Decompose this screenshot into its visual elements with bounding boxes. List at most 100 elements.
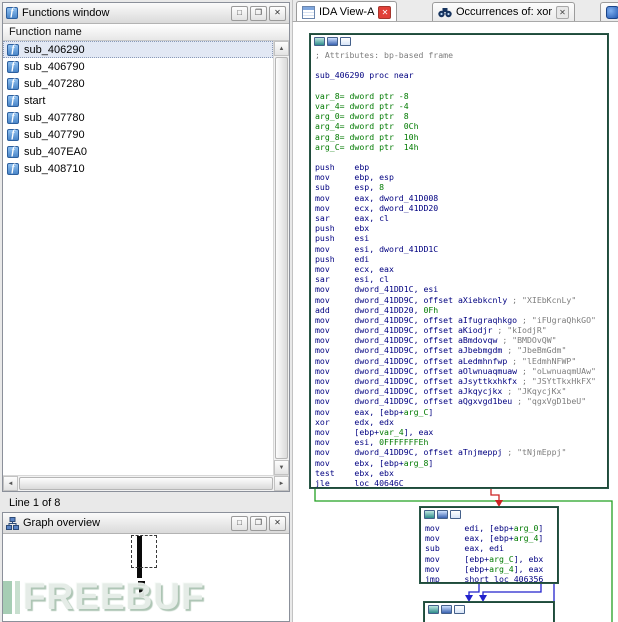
code-line[interactable]: sub_406290 proc near: [315, 70, 603, 80]
basic-block-partial[interactable]: [424, 602, 554, 622]
horizontal-scrollbar[interactable]: ◄ ►: [3, 475, 289, 491]
function-list-item[interactable]: fsub_407790: [3, 126, 273, 143]
code-line[interactable]: jmp short loc_406356: [425, 574, 553, 583]
code-line[interactable]: mov esi, dword_41DD1C: [315, 244, 603, 254]
code-line[interactable]: mov dword_41DD1C, esi: [315, 284, 603, 294]
code-line[interactable]: mov ecx, dword_41DD20: [315, 203, 603, 213]
code-line[interactable]: mov eax, [ebp+arg_4]: [425, 533, 553, 543]
node-note-icon[interactable]: [340, 37, 351, 46]
basic-block-fallthrough[interactable]: mov edi, [ebp+arg_0]mov eax, [ebp+arg_4]…: [420, 507, 558, 583]
edge-red-path: [491, 488, 499, 501]
code-line[interactable]: arg_8= dword ptr 10h: [315, 132, 603, 142]
code-line[interactable]: mov ebx, [ebp+arg_8]: [315, 458, 603, 468]
code-line[interactable]: mov [ebp+arg_C], ebx: [425, 554, 553, 564]
tab-occurrences-of-xor[interactable]: Occurrences of: xor ✕: [432, 2, 575, 21]
float-button[interactable]: ❐: [250, 6, 267, 21]
code-line[interactable]: mov dword_41DD9C, offset aKiodjr ; "kIod…: [315, 325, 603, 335]
code-line[interactable]: var_8= dword ptr -8: [315, 91, 603, 101]
node-collapse-icon[interactable]: [428, 605, 439, 614]
function-list-item[interactable]: fsub_407280: [3, 75, 273, 92]
function-name: sub_407280: [24, 78, 85, 90]
code-line[interactable]: test ebx, ebx: [315, 468, 603, 478]
vertical-scrollbar[interactable]: ▲ ▼: [273, 41, 289, 475]
code-line[interactable]: sar esi, cl: [315, 274, 603, 284]
code-line[interactable]: arg_4= dword ptr 0Ch: [315, 121, 603, 131]
code-line[interactable]: sar eax, cl: [315, 213, 603, 223]
function-name-column-header[interactable]: Function name: [3, 24, 289, 41]
code-line[interactable]: mov ecx, eax: [315, 264, 603, 274]
code-line[interactable]: jle loc_40646C: [315, 478, 603, 488]
function-list-item[interactable]: fstart: [3, 92, 273, 109]
code-line[interactable]: var_4= dword ptr -4: [315, 101, 603, 111]
code-line[interactable]: mov dword_41DD9C, offset aTnjmeppj ; "tN…: [315, 447, 603, 457]
close-tab-icon[interactable]: ✕: [378, 6, 391, 19]
function-name: sub_407EA0: [24, 146, 87, 158]
code-line[interactable]: mov [ebp+var_4], eax: [315, 427, 603, 437]
code-line[interactable]: [315, 60, 603, 70]
function-list-item[interactable]: fsub_406790: [3, 58, 273, 75]
code-line[interactable]: ; Attributes: bp-based frame: [315, 50, 603, 60]
code-line[interactable]: mov dword_41DD9C, offset aJbebmgdm ; "Jb…: [315, 345, 603, 355]
scroll-down-icon[interactable]: ▼: [274, 460, 289, 475]
code-line[interactable]: mov eax, [ebp+arg_C]: [315, 407, 603, 417]
node-graph-icon[interactable]: [437, 510, 448, 519]
code-line[interactable]: mov dword_41DD9C, offset aQgxvgd1beu ; "…: [315, 396, 603, 406]
close-button[interactable]: ✕: [269, 6, 286, 21]
code-line[interactable]: push esi: [315, 233, 603, 243]
code-line[interactable]: mov eax, dword_41D008: [315, 193, 603, 203]
code-line[interactable]: push ebx: [315, 223, 603, 233]
function-list-item[interactable]: fsub_406290: [3, 41, 273, 58]
edge-blue-arrow: [465, 595, 473, 602]
functions-window-titlebar[interactable]: f Functions window □ ❐ ✕: [3, 3, 289, 24]
code-line[interactable]: add dword_41DD20, 0Fh: [315, 305, 603, 315]
watermark-text: FREEBUF: [23, 576, 205, 618]
code-line[interactable]: sub eax, edi: [425, 543, 553, 553]
code-line[interactable]: mov dword_41DD9C, offset aXiebkcnly ; "X…: [315, 295, 603, 305]
code-line[interactable]: mov dword_41DD9C, offset aBmdovqw ; "BMD…: [315, 335, 603, 345]
code-line[interactable]: mov dword_41DD9C, offset aIfugraqhkgo ; …: [315, 315, 603, 325]
restore-button[interactable]: □: [231, 6, 248, 21]
code-line[interactable]: mov [ebp+arg_4], eax: [425, 564, 553, 574]
code-line[interactable]: xor edx, edx: [315, 417, 603, 427]
scroll-left-icon[interactable]: ◄: [3, 476, 18, 491]
function-list-item[interactable]: fsub_407780: [3, 109, 273, 126]
code-line[interactable]: push ebp: [315, 162, 603, 172]
code-line[interactable]: [315, 81, 603, 91]
overview-viewport-rect[interactable]: [131, 535, 157, 568]
code-line[interactable]: sub esp, 8: [315, 182, 603, 192]
basic-block-sub_406290[interactable]: ; Attributes: bp-based frame sub_406290 …: [310, 34, 608, 488]
code-line[interactable]: arg_C= dword ptr 14h: [315, 142, 603, 152]
code-line[interactable]: arg_0= dword ptr 8: [315, 111, 603, 121]
code-line[interactable]: mov esi, 0FFFFFFFEh: [315, 437, 603, 447]
node-collapse-icon[interactable]: [314, 37, 325, 46]
code-line[interactable]: push edi: [315, 254, 603, 264]
code-line[interactable]: mov dword_41DD9C, offset aOlwnuaqmuaw ; …: [315, 366, 603, 376]
restore-button[interactable]: □: [231, 516, 248, 531]
scroll-right-icon[interactable]: ►: [274, 476, 289, 491]
scroll-up-icon[interactable]: ▲: [274, 41, 289, 56]
code-line[interactable]: mov dword_41DD9C, offset aLedmhnfwp ; "l…: [315, 356, 603, 366]
close-tab-icon[interactable]: ✕: [556, 6, 569, 19]
function-list-item[interactable]: fsub_407EA0: [3, 143, 273, 160]
code-line[interactable]: [315, 152, 603, 162]
code-line[interactable]: mov dword_41DD9C, offset aJsyttkxhkfx ; …: [315, 376, 603, 386]
horizontal-scroll-thumb[interactable]: [19, 477, 273, 490]
float-button[interactable]: ❐: [250, 516, 267, 531]
code-line[interactable]: mov dword_41DD9C, offset aJkqycjkx ; "JK…: [315, 386, 603, 396]
node-graph-icon[interactable]: [441, 605, 452, 614]
graph-overview-titlebar[interactable]: Graph overview □ ❐ ✕: [3, 513, 289, 534]
node-note-icon[interactable]: [450, 510, 461, 519]
function-list-item[interactable]: fsub_408710: [3, 160, 273, 177]
close-button[interactable]: ✕: [269, 516, 286, 531]
code-line[interactable]: mov edi, [ebp+arg_0]: [425, 523, 553, 533]
node-collapse-icon[interactable]: [424, 510, 435, 519]
tab-partial[interactable]: [600, 2, 618, 21]
node-graph-icon[interactable]: [327, 37, 338, 46]
functions-window-icon: f: [6, 7, 18, 19]
code-line[interactable]: mov ebp, esp: [315, 172, 603, 182]
window-buttons: □ ❐ ✕: [231, 516, 286, 531]
vertical-scroll-thumb[interactable]: [275, 57, 288, 459]
node-note-icon[interactable]: [454, 605, 465, 614]
tab-ida-view-a[interactable]: IDA View-A ✕: [296, 1, 397, 22]
graph-view[interactable]: ; Attributes: bp-based frame sub_406290 …: [292, 22, 618, 622]
